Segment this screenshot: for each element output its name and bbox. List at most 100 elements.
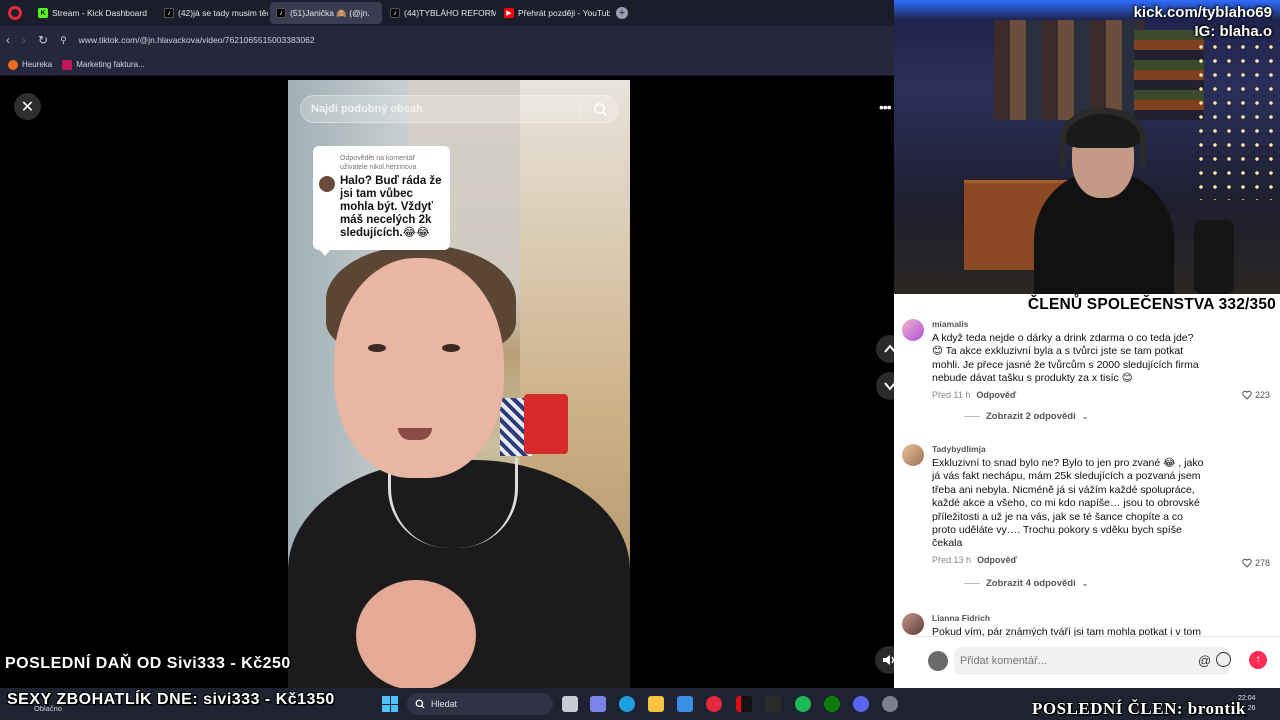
- video-person-eye: [368, 344, 386, 352]
- back-arrow-icon[interactable]: ‹: [6, 33, 10, 47]
- epic-games-icon[interactable]: [765, 696, 781, 712]
- video-person-eye: [442, 344, 460, 352]
- comment-username[interactable]: Lianna Fidrich: [932, 613, 1272, 623]
- lock-icon[interactable]: ⚲: [60, 35, 67, 46]
- reload-icon[interactable]: ↻: [38, 33, 48, 47]
- kick-icon: K: [38, 8, 48, 18]
- chair: [1194, 220, 1234, 294]
- avatar: [319, 176, 335, 192]
- comment-item: Tadybydlimja Exkluzivní to snad bylo ne?…: [902, 444, 1272, 565]
- tiktok-icon: ♪: [164, 8, 174, 18]
- chevron-down-icon: ⌄: [1081, 412, 1089, 421]
- comment-item: Lianna Fidrich Pokud vím, pár známých tv…: [902, 613, 1272, 636]
- last-member-overlay: POSLEDNÍ ČLEN: brontik: [1032, 699, 1246, 718]
- avatar: [928, 651, 948, 671]
- comment-username[interactable]: Tadybydlimja: [932, 444, 1272, 454]
- similar-content-search[interactable]: Najdi podobný obsah: [300, 95, 618, 123]
- bookmark-heureka[interactable]: Heureka: [8, 59, 52, 70]
- mention-icon[interactable]: @: [1198, 653, 1211, 668]
- comment-text: Pokud vím, pár známých tváří jsi tam moh…: [932, 626, 1202, 636]
- bookmark-marketing[interactable]: Marketing faktura...: [62, 59, 145, 70]
- youtube-icon: ▶: [504, 8, 514, 18]
- view-replies-button[interactable]: Zobrazit 2 odpovědi ⌄: [964, 411, 1088, 422]
- video-player[interactable]: Najdi podobný obsah Odpovědět na komentá…: [288, 80, 630, 688]
- browser-tab-bar: K Stream - Kick Dashboard ♪ (42)já se ta…: [0, 0, 894, 26]
- reply-link[interactable]: Odpověď: [977, 555, 1017, 565]
- avatar[interactable]: [902, 613, 924, 635]
- comments-list[interactable]: miamalis A když teda nejde o dárky a dri…: [894, 316, 1280, 636]
- heart-icon: [1242, 558, 1252, 568]
- store-icon[interactable]: [677, 696, 693, 712]
- tab-youtube[interactable]: ▶ Přehrát později - YouTube: [498, 2, 610, 24]
- settings-icon[interactable]: [882, 696, 898, 712]
- bookmarks-bar: Heureka Marketing faktura...: [0, 54, 894, 76]
- url-field[interactable]: www.tiktok.com/@jn.hlavackova/video/7621…: [79, 35, 315, 45]
- discord-icon[interactable]: [853, 696, 869, 712]
- view-replies-label: Zobrazit 2 odpovědi: [986, 411, 1076, 422]
- edge-icon[interactable]: [619, 696, 635, 712]
- tab-kick-dashboard[interactable]: K Stream - Kick Dashboard: [32, 2, 156, 24]
- avatar[interactable]: [902, 319, 924, 341]
- xbox-icon[interactable]: [824, 696, 840, 712]
- comment-time: Před 13 h: [932, 554, 972, 565]
- reply-comment-card: Odpovědět na komentář uživatele nikol.he…: [313, 146, 450, 256]
- search-divider: [580, 102, 581, 118]
- comment-time: Před 11 h: [932, 389, 971, 400]
- instagram-handle: IG: blaha.o: [1194, 23, 1272, 40]
- like-button[interactable]: 278: [1242, 558, 1270, 568]
- comment-meta: Před 13 h Odpověď: [932, 555, 1272, 565]
- chevron-down-icon: ⌄: [1081, 579, 1089, 588]
- richest-viewer-overlay: SEXY ZBOHATLÍK DNE: sivi333 - Kč1350: [7, 691, 335, 708]
- heart-icon: [1242, 390, 1252, 400]
- more-options-icon[interactable]: •••: [879, 99, 892, 115]
- tab-tiktok-active[interactable]: ♪ (51)Janička 🙈 (@jn.: [270, 2, 382, 24]
- windows-start-icon[interactable]: [382, 696, 398, 712]
- reply-card-header: Odpovědět na komentář uživatele nikol.he…: [340, 155, 417, 171]
- tab-tiktok-1[interactable]: ♪ (42)já se tady musim těch: [158, 2, 268, 24]
- spotify-icon[interactable]: [795, 696, 811, 712]
- heureka-icon: [8, 59, 18, 70]
- address-bar: ‹ › ↻ ⚲ www.tiktok.com/@jn.hlavackova/vi…: [0, 26, 894, 54]
- comment-text: A když teda nejde o dárky a drink zdarma…: [932, 332, 1199, 385]
- screen: K Stream - Kick Dashboard ♪ (42)já se ta…: [0, 0, 1280, 720]
- close-icon: ✕: [20, 98, 35, 116]
- comment-username[interactable]: miamalis: [932, 319, 1272, 329]
- webcam-feed: kick.com/tyblaho69 IG: blaha.o: [894, 0, 1280, 294]
- last-tax-overlay: POSLEDNÍ DAŇ OD Sivi333 - Kč250: [5, 655, 291, 672]
- forward-arrow-icon[interactable]: ›: [22, 33, 26, 47]
- task-view-icon[interactable]: [562, 696, 578, 712]
- file-explorer-icon[interactable]: [648, 696, 664, 712]
- reply-card-text: Halo? Buď ráda že jsi tam vůbec mohla bý…: [340, 175, 442, 239]
- reply-link[interactable]: Odpověď: [976, 390, 1016, 400]
- headset-icon: [1060, 108, 1146, 168]
- members-counter: ČLENŮ SPOLEČENSTVA 332/350: [894, 294, 1280, 316]
- teams-icon[interactable]: [590, 696, 606, 712]
- view-replies-button[interactable]: Zobrazit 4 odpovědi ⌄: [964, 578, 1088, 589]
- emoji-icon[interactable]: [1216, 652, 1231, 667]
- like-count: 223: [1254, 390, 1270, 400]
- comment-meta: Před 11 h Odpověď: [932, 390, 1272, 400]
- video-person-hands: [356, 580, 476, 688]
- like-button[interactable]: 223: [1242, 390, 1270, 400]
- search-icon[interactable]: [593, 102, 608, 117]
- send-button[interactable]: ↑: [1249, 651, 1267, 669]
- avatar[interactable]: [902, 444, 924, 466]
- fairy-lights: [1194, 40, 1280, 200]
- comment-item: miamalis A když teda nejde o dárky a dri…: [902, 319, 1272, 400]
- divider-line: [964, 583, 980, 584]
- netflix-icon[interactable]: [736, 696, 752, 712]
- new-tab-button[interactable]: +: [616, 7, 628, 19]
- opera-logo-icon[interactable]: [8, 6, 22, 20]
- comment-input[interactable]: Přidat komentář...: [954, 647, 1230, 675]
- tab-tiktok-3[interactable]: ♪ (44)TYBLÁHO REFORMED: [384, 2, 496, 24]
- divider-line: [964, 416, 980, 417]
- opera-icon[interactable]: [706, 696, 722, 712]
- taskbar-search[interactable]: Hledat: [407, 693, 553, 715]
- video-towel: [524, 394, 568, 454]
- tiktok-icon: ♪: [276, 8, 286, 18]
- video-person-face: [334, 258, 504, 478]
- tiktok-icon: ♪: [390, 8, 400, 18]
- like-count: 278: [1254, 558, 1270, 568]
- view-replies-label: Zobrazit 4 odpovědi: [986, 578, 1076, 589]
- close-video-button[interactable]: ✕: [14, 93, 41, 120]
